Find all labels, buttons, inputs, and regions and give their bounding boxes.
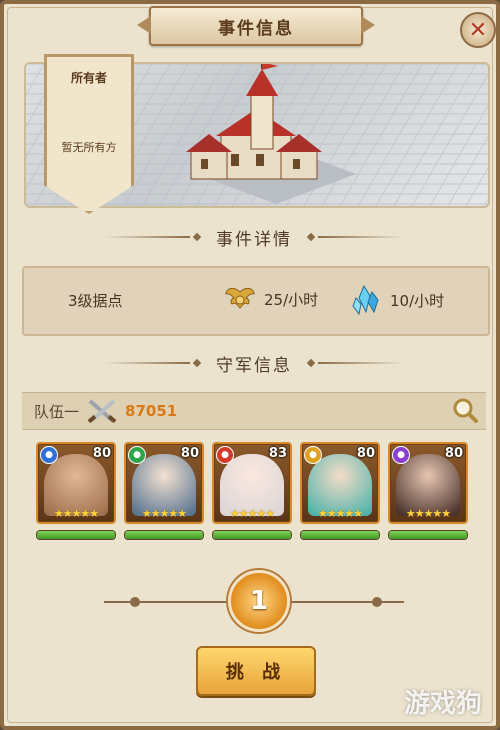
element-badge-icon: ●	[392, 446, 410, 464]
divider-line	[104, 236, 190, 238]
divider-line	[104, 362, 190, 364]
element-badge-icon: ●	[216, 446, 234, 464]
event-details-panel: 3级据点 25/小时 10/小时	[22, 266, 490, 336]
hero-hp-bar	[300, 530, 380, 540]
hero-stars: ★★★★★	[317, 507, 363, 520]
element-badge-icon: ●	[128, 446, 146, 464]
hero-hp-fill	[389, 531, 467, 539]
wings-icon	[225, 287, 255, 309]
hero-card[interactable]: ● 80 ★★★★★	[388, 442, 468, 524]
hero-lineup: ● 80 ★★★★★ ● 80 ★★★★★ ● 83 ★★★★★ ● 80 ★★…	[36, 442, 476, 544]
watermark: 游戏狗	[403, 689, 482, 719]
hero-card[interactable]: ● 80 ★★★★★	[36, 442, 116, 524]
team-pager: 1	[104, 570, 404, 632]
hero-level: 80	[444, 446, 463, 461]
hero-hp-fill	[213, 531, 291, 539]
close-icon: ✕	[468, 17, 488, 43]
event-details-heading: 事件详情	[104, 224, 404, 250]
divider-ornament-icon	[306, 358, 316, 368]
event-details-title: 事件详情	[216, 229, 292, 250]
hero-card[interactable]: ● 83 ★★★★★	[212, 442, 292, 524]
team-power: 87051	[125, 402, 178, 420]
hero-hp-bar	[36, 530, 116, 540]
crossed-swords-icon	[87, 399, 117, 424]
close-button[interactable]: ✕	[460, 12, 496, 48]
hero-level: 83	[268, 446, 287, 461]
dialog-title-plate: 事件信息	[149, 6, 363, 46]
divider-ornament-icon	[192, 232, 202, 242]
hero-hp-bar	[124, 530, 204, 540]
element-badge-icon: ●	[304, 446, 322, 464]
event-info-dialog: 事件信息 ✕ 所有者 暂无所有方 事件详情 3级据点 25/小时 10/小时 守…	[0, 0, 500, 730]
divider-ornament-icon	[192, 358, 202, 368]
hero-stars: ★★★★★	[53, 507, 99, 520]
hero-hp-bar	[388, 530, 468, 540]
element-badge-icon: ●	[40, 446, 58, 464]
owner-label: 所有者	[70, 71, 107, 85]
reward-item-wings: 25/小时	[224, 284, 318, 314]
hero-stars: ★★★★★	[229, 507, 275, 520]
hero-hp-bar	[212, 530, 292, 540]
owner-ribbon: 所有者 暂无所有方	[44, 54, 134, 214]
reward-item-crystal: 10/小时	[350, 284, 444, 316]
challenge-button[interactable]: 挑 战	[196, 646, 316, 696]
team-bar: 队伍一 87051	[22, 392, 486, 430]
divider-line	[318, 236, 404, 238]
hero-stars: ★★★★★	[405, 507, 451, 520]
pager-dot[interactable]	[130, 597, 140, 607]
hero-card[interactable]: ● 80 ★★★★★	[124, 442, 204, 524]
hero-slot-4[interactable]: ● 80 ★★★★★	[300, 442, 380, 540]
hero-hp-fill	[125, 531, 203, 539]
defense-info-title: 守军信息	[216, 355, 292, 376]
hero-slot-5[interactable]: ● 80 ★★★★★	[388, 442, 468, 540]
team-page-badge[interactable]: 1	[228, 570, 290, 632]
hero-slot-3[interactable]: ● 83 ★★★★★	[212, 442, 292, 540]
reward-value-wings: 25/小时	[264, 290, 319, 309]
hero-slot-1[interactable]: ● 80 ★★★★★	[36, 442, 116, 540]
pager-dot[interactable]	[372, 597, 382, 607]
hero-card[interactable]: ● 80 ★★★★★	[300, 442, 380, 524]
divider-ornament-icon	[306, 232, 316, 242]
hero-level: 80	[356, 446, 375, 461]
hero-stars: ★★★★★	[141, 507, 187, 520]
reward-value-crystal: 10/小时	[390, 291, 445, 310]
dialog-title: 事件信息	[218, 18, 294, 39]
magnifier-icon[interactable]	[452, 397, 478, 423]
hero-hp-fill	[301, 531, 379, 539]
stronghold-level: 3级据点	[68, 292, 123, 310]
hero-level: 80	[180, 446, 199, 461]
divider-line	[318, 362, 404, 364]
hero-level: 80	[92, 446, 111, 461]
team-label: 队伍一	[34, 402, 80, 421]
crystal-icon	[352, 284, 379, 316]
defense-info-heading: 守军信息	[104, 350, 404, 376]
owner-value: 暂无所有方	[61, 141, 117, 154]
hero-hp-fill	[37, 531, 115, 539]
hero-slot-2[interactable]: ● 80 ★★★★★	[124, 442, 204, 540]
